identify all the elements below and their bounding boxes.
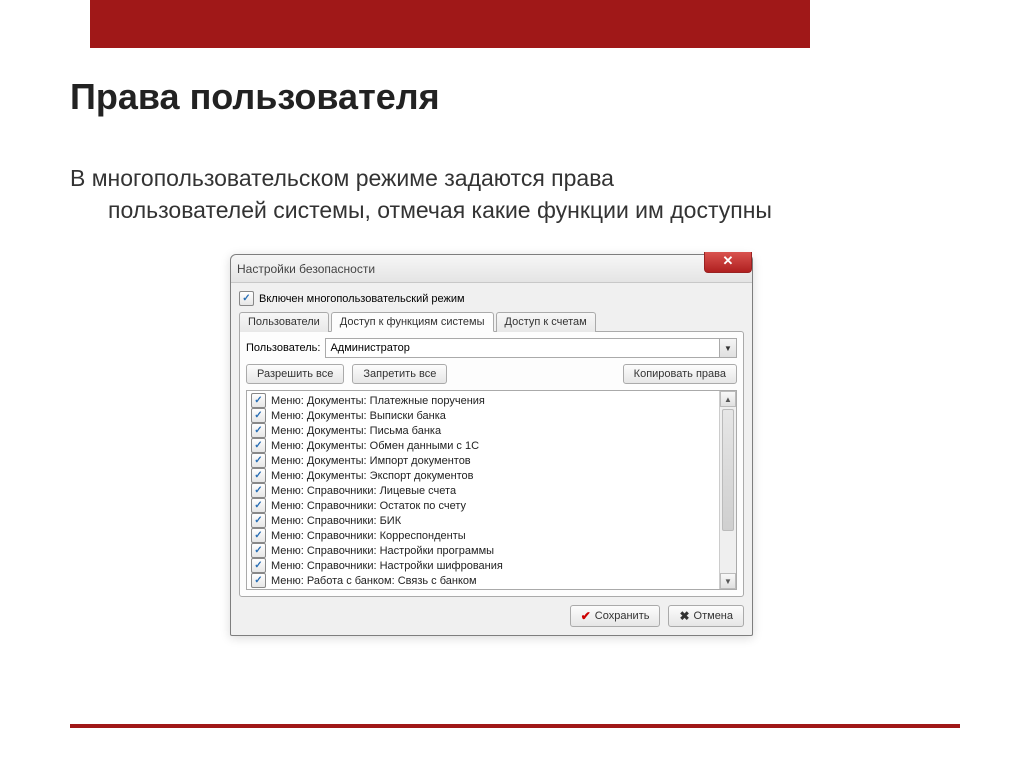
slide-body: В многопользовательском режиме задаются … — [70, 162, 954, 226]
permission-item[interactable]: ✓ Меню: Справочники: Остаток по счету — [251, 498, 732, 513]
multiuser-checkbox[interactable]: ✓ — [239, 291, 254, 306]
user-select[interactable]: Администратор ▼ — [325, 338, 737, 358]
permission-checkbox[interactable]: ✓ — [251, 468, 266, 483]
permission-checkbox[interactable]: ✓ — [251, 423, 266, 438]
tab-accounts[interactable]: Доступ к счетам — [496, 312, 596, 332]
permission-label: Меню: Документы: Выписки банка — [271, 410, 446, 422]
permission-item[interactable]: ✓ Меню: Документы: Платежные поручения — [251, 393, 732, 408]
tab-functions[interactable]: Доступ к функциям системы — [331, 312, 494, 332]
slide-title: Права пользователя — [70, 76, 440, 118]
permission-checkbox[interactable]: ✓ — [251, 453, 266, 468]
permission-checkbox[interactable]: ✓ — [251, 438, 266, 453]
body-line1: В многопользовательском режиме задаются … — [70, 165, 614, 191]
permission-checkbox[interactable]: ✓ — [251, 573, 266, 588]
scrollbar[interactable]: ▲ ▼ — [719, 391, 736, 589]
deny-all-button[interactable]: Запретить все — [352, 364, 447, 384]
permission-label: Меню: Документы: Импорт документов — [271, 455, 471, 467]
tab-users[interactable]: Пользователи — [239, 312, 329, 332]
dialog-footer: ✔ Сохранить ✖ Отмена — [239, 605, 744, 627]
permission-label: Меню: Документы: Обмен данными с 1С — [271, 440, 479, 452]
user-row: Пользователь: Администратор ▼ — [246, 338, 737, 358]
permission-checkbox[interactable]: ✓ — [251, 393, 266, 408]
permission-label: Меню: Справочники: Настройки программы — [271, 545, 494, 557]
permission-item[interactable]: ✓ Меню: Документы: Экспорт документов — [251, 468, 732, 483]
scroll-down-icon[interactable]: ▼ — [720, 573, 736, 589]
permission-item[interactable]: ✓ Меню: Документы: Обмен данными с 1С — [251, 438, 732, 453]
tab-pane-functions: Пользователь: Администратор ▼ Разрешить … — [239, 331, 744, 597]
permission-label: Меню: Работа с банком: Связь с банком — [271, 575, 477, 587]
dialog-title: Настройки безопасности — [237, 262, 375, 276]
allow-all-button[interactable]: Разрешить все — [246, 364, 344, 384]
permission-item[interactable]: ✓ Меню: Справочники: БИК — [251, 513, 732, 528]
permission-checkbox[interactable]: ✓ — [251, 408, 266, 423]
user-value: Администратор — [330, 342, 409, 354]
permissions-list: ✓ Меню: Документы: Платежные поручения ✓ Ме… — [246, 390, 737, 590]
slide-top-bar — [90, 0, 810, 48]
permission-checkbox[interactable]: ✓ — [251, 543, 266, 558]
permission-item[interactable]: ✓ Меню: Документы: Письма банка — [251, 423, 732, 438]
close-button[interactable]: ✕ — [704, 252, 752, 273]
permission-checkbox[interactable]: ✓ — [251, 558, 266, 573]
permission-checkbox[interactable]: ✓ — [251, 528, 266, 543]
permission-item[interactable]: ✓ Меню: Документы: Выписки банка — [251, 408, 732, 423]
permission-item[interactable]: ✓ Меню: Документы: Импорт документов — [251, 453, 732, 468]
save-button[interactable]: ✔ Сохранить — [570, 605, 661, 627]
permission-label: Меню: Справочники: Корреспонденты — [271, 530, 466, 542]
permission-checkbox[interactable]: ✓ — [251, 498, 266, 513]
permission-label: Меню: Документы: Письма банка — [271, 425, 441, 437]
permission-label: Меню: Документы: Платежные поручения — [271, 395, 485, 407]
permission-item[interactable]: ✓ Меню: Справочники: Настройки шифрования — [251, 558, 732, 573]
permission-item[interactable]: ✓ Меню: Работа с банком: Связь с банком — [251, 573, 732, 588]
x-icon: ✖ — [679, 609, 689, 623]
permission-label: Меню: Документы: Экспорт документов — [271, 470, 474, 482]
permission-label: Меню: Справочники: Настройки шифрования — [271, 560, 503, 572]
body-line2: пользователей системы, отмечая какие фун… — [70, 194, 954, 226]
permission-label: Меню: Справочники: Остаток по счету — [271, 500, 466, 512]
cancel-label: Отмена — [694, 610, 733, 622]
multiuser-label: Включен многопользовательский режим — [259, 293, 465, 305]
permission-item[interactable]: ✓ Меню: Справочники: Настройки программы — [251, 543, 732, 558]
copy-rights-button[interactable]: Копировать права — [623, 364, 737, 384]
permission-label: Меню: Справочники: БИК — [271, 515, 401, 527]
dialog-titlebar[interactable]: Настройки безопасности ✕ — [231, 255, 752, 283]
scroll-up-icon[interactable]: ▲ — [720, 391, 736, 407]
chevron-down-icon: ▼ — [719, 339, 736, 357]
permission-buttons: Разрешить все Запретить все Копировать п… — [246, 364, 737, 384]
permission-label: Меню: Справочники: Лицевые счета — [271, 485, 456, 497]
scroll-thumb[interactable] — [722, 409, 734, 531]
slide-bottom-bar — [70, 724, 960, 728]
save-label: Сохранить — [595, 610, 650, 622]
cancel-button[interactable]: ✖ Отмена — [668, 605, 744, 627]
tab-strip: Пользователи Доступ к функциям системы Д… — [239, 312, 744, 332]
permission-item[interactable]: ✓ Меню: Справочники: Корреспонденты — [251, 528, 732, 543]
permission-checkbox[interactable]: ✓ — [251, 483, 266, 498]
close-icon: ✕ — [723, 253, 734, 268]
check-icon: ✔ — [581, 609, 591, 623]
permission-checkbox[interactable]: ✓ — [251, 513, 266, 528]
permission-item[interactable]: ✓ Меню: Справочники: Лицевые счета — [251, 483, 732, 498]
user-label: Пользователь: — [246, 342, 320, 354]
security-settings-dialog: Настройки безопасности ✕ ✓ Включен много… — [230, 254, 753, 636]
multiuser-row: ✓ Включен многопользовательский режим — [239, 291, 744, 306]
